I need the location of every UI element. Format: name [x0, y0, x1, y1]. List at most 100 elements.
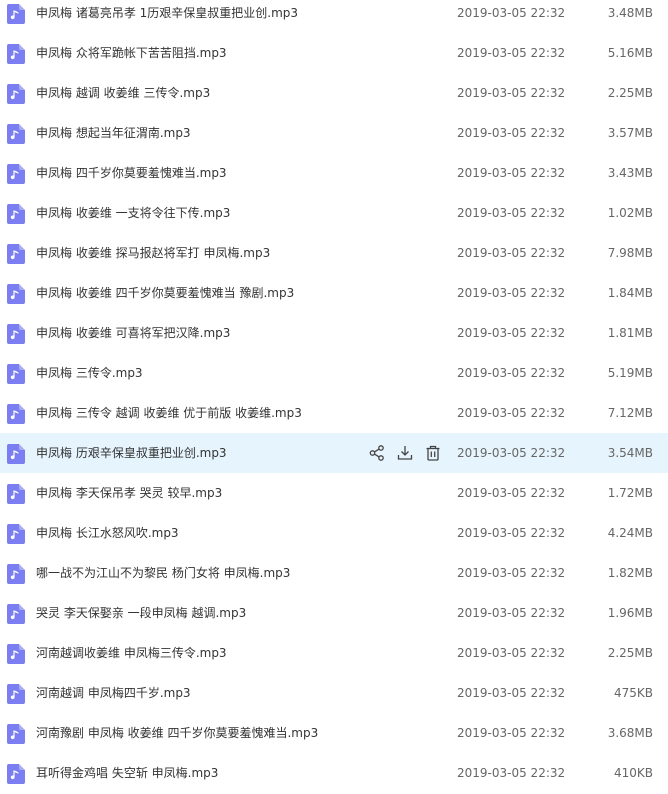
file-size: 3.57MB [607, 126, 653, 140]
music-note-icon [7, 164, 25, 184]
file-name[interactable]: 申凤梅 李天保吊孝 哭灵 较早.mp3 [36, 485, 222, 501]
file-size: 475KB [613, 686, 653, 700]
file-name[interactable]: 申凤梅 越调 收姜维 三传令.mp3 [36, 85, 210, 101]
music-note-icon [7, 84, 25, 104]
music-note-icon [7, 244, 25, 264]
file-row[interactable]: 申凤梅 收姜维 一支将令往下传.mp3 2019-03-05 22:32 1.0… [0, 193, 668, 233]
music-note-icon [7, 44, 25, 64]
file-size: 4.24MB [607, 526, 653, 540]
file-date: 2019-03-05 22:32 [457, 526, 566, 540]
file-name[interactable]: 河南越调收姜维 申凤梅三传令.mp3 [36, 645, 227, 661]
file-row[interactable]: 申凤梅 长江水怒风吹.mp3 2019-03-05 22:32 4.24MB [0, 513, 668, 553]
file-row[interactable]: 河南越调收姜维 申凤梅三传令.mp3 2019-03-05 22:32 2.25… [0, 633, 668, 673]
share-icon[interactable] [368, 444, 386, 462]
file-date: 2019-03-05 22:32 [457, 326, 566, 340]
file-name[interactable]: 申凤梅 四千岁你莫要羞愧难当.mp3 [36, 165, 227, 181]
file-name[interactable]: 耳听得金鸡唱 失空斩 申凤梅.mp3 [36, 765, 218, 781]
file-row[interactable]: 申凤梅 收姜维 四千岁你莫要羞愧难当 豫剧.mp3 2019-03-05 22:… [0, 273, 668, 313]
file-date: 2019-03-05 22:32 [457, 86, 566, 100]
file-row[interactable]: 哭灵 李天保娶亲 一段申凤梅 越调.mp3 2019-03-05 22:32 1… [0, 593, 668, 633]
file-size: 410KB [613, 766, 653, 780]
music-note-icon [7, 524, 25, 544]
delete-icon[interactable] [424, 444, 442, 462]
file-row[interactable]: 申凤梅 想起当年征渭南.mp3 2019-03-05 22:32 3.57MB [0, 113, 668, 153]
file-row[interactable]: 河南豫剧 申凤梅 收姜维 四千岁你莫要羞愧难当.mp3 2019-03-05 2… [0, 713, 668, 753]
file-date: 2019-03-05 22:32 [457, 766, 566, 780]
file-row[interactable]: 申凤梅 诸葛亮吊孝 1历艰辛保皇叔重把业创.mp3 2019-03-05 22:… [0, 0, 668, 33]
file-size: 5.16MB [607, 46, 653, 60]
file-row[interactable]: 申凤梅 四千岁你莫要羞愧难当.mp3 2019-03-05 22:32 3.43… [0, 153, 668, 193]
file-size: 2.25MB [607, 646, 653, 660]
file-row[interactable]: 申凤梅 三传令 越调 收姜维 优于前版 收姜维.mp3 2019-03-05 2… [0, 393, 668, 433]
file-date: 2019-03-05 22:32 [457, 406, 566, 420]
file-date: 2019-03-05 22:32 [457, 606, 566, 620]
file-row[interactable]: 耳听得金鸡唱 失空斩 申凤梅.mp3 2019-03-05 22:32 410K… [0, 753, 668, 793]
file-date: 2019-03-05 22:32 [457, 166, 566, 180]
file-date: 2019-03-05 22:32 [457, 686, 566, 700]
file-date: 2019-03-05 22:32 [457, 566, 566, 580]
file-date: 2019-03-05 22:32 [457, 486, 566, 500]
music-note-icon [7, 404, 25, 424]
download-icon[interactable] [396, 444, 414, 462]
file-name[interactable]: 哪一战不为江山不为黎民 杨门女将 申凤梅.mp3 [36, 565, 290, 581]
file-name[interactable]: 申凤梅 收姜维 探马报赵将军打 申凤梅.mp3 [36, 245, 270, 261]
file-row[interactable]: 申凤梅 三传令.mp3 2019-03-05 22:32 5.19MB [0, 353, 668, 393]
file-row[interactable]: 哪一战不为江山不为黎民 杨门女将 申凤梅.mp3 2019-03-05 22:3… [0, 553, 668, 593]
file-row[interactable]: 申凤梅 李天保吊孝 哭灵 较早.mp3 2019-03-05 22:32 1.7… [0, 473, 668, 513]
file-list: 申凤梅 诸葛亮吊孝 1历艰辛保皇叔重把业创.mp3 2019-03-05 22:… [0, 0, 668, 794]
file-name[interactable]: 哭灵 李天保娶亲 一段申凤梅 越调.mp3 [36, 605, 246, 621]
file-row[interactable]: 申凤梅 收姜维 探马报赵将军打 申凤梅.mp3 2019-03-05 22:32… [0, 233, 668, 273]
music-note-icon [7, 644, 25, 664]
file-size: 1.82MB [607, 566, 653, 580]
music-note-icon [7, 4, 25, 24]
music-note-icon [7, 484, 25, 504]
file-date: 2019-03-05 22:32 [457, 126, 566, 140]
file-name[interactable]: 申凤梅 诸葛亮吊孝 1历艰辛保皇叔重把业创.mp3 [36, 5, 298, 21]
music-note-icon [7, 444, 25, 464]
file-date: 2019-03-05 22:32 [457, 646, 566, 660]
file-row[interactable]: 申凤梅 收姜维 可喜将军把汉降.mp3 2019-03-05 22:32 1.8… [0, 313, 668, 353]
file-size: 1.96MB [607, 606, 653, 620]
file-date: 2019-03-05 22:32 [457, 286, 566, 300]
file-size: 1.72MB [607, 486, 653, 500]
music-note-icon [7, 564, 25, 584]
file-size: 3.48MB [607, 6, 653, 20]
file-size: 2.25MB [607, 86, 653, 100]
file-date: 2019-03-05 22:32 [457, 6, 566, 20]
file-size: 1.84MB [607, 286, 653, 300]
music-note-icon [7, 764, 25, 784]
file-date: 2019-03-05 22:32 [457, 246, 566, 260]
file-size: 3.43MB [607, 166, 653, 180]
file-size: 3.54MB [607, 446, 653, 460]
file-name[interactable]: 申凤梅 众将军跪帐下苦苦阻挡.mp3 [36, 45, 227, 61]
file-rows: 申凤梅 诸葛亮吊孝 1历艰辛保皇叔重把业创.mp3 2019-03-05 22:… [0, 0, 668, 793]
file-row[interactable]: 申凤梅 历艰辛保皇叔重把业创.mp3 2019-03-05 22:32 3.54… [0, 433, 668, 473]
file-date: 2019-03-05 22:32 [457, 206, 566, 220]
file-name[interactable]: 申凤梅 三传令.mp3 [36, 365, 143, 381]
music-note-icon [7, 684, 25, 704]
music-note-icon [7, 324, 25, 344]
file-name[interactable]: 申凤梅 历艰辛保皇叔重把业创.mp3 [36, 445, 227, 461]
music-note-icon [7, 724, 25, 744]
file-name[interactable]: 河南豫剧 申凤梅 收姜维 四千岁你莫要羞愧难当.mp3 [36, 725, 318, 741]
file-size: 7.12MB [607, 406, 653, 420]
file-name[interactable]: 申凤梅 收姜维 四千岁你莫要羞愧难当 豫剧.mp3 [36, 285, 294, 301]
file-date: 2019-03-05 22:32 [457, 46, 566, 60]
file-name[interactable]: 申凤梅 想起当年征渭南.mp3 [36, 125, 191, 141]
file-name[interactable]: 申凤梅 收姜维 可喜将军把汉降.mp3 [36, 325, 230, 341]
file-row[interactable]: 申凤梅 越调 收姜维 三传令.mp3 2019-03-05 22:32 2.25… [0, 73, 668, 113]
music-note-icon [7, 284, 25, 304]
file-name[interactable]: 申凤梅 长江水怒风吹.mp3 [36, 525, 179, 541]
file-date: 2019-03-05 22:32 [457, 446, 566, 460]
file-date: 2019-03-05 22:32 [457, 726, 566, 740]
music-note-icon [7, 204, 25, 224]
file-name[interactable]: 河南越调 申凤梅四千岁.mp3 [36, 685, 191, 701]
file-name[interactable]: 申凤梅 三传令 越调 收姜维 优于前版 收姜维.mp3 [36, 405, 302, 421]
music-note-icon [7, 364, 25, 384]
file-size: 1.02MB [607, 206, 653, 220]
file-size: 3.68MB [607, 726, 653, 740]
file-name[interactable]: 申凤梅 收姜维 一支将令往下传.mp3 [36, 205, 230, 221]
file-row[interactable]: 申凤梅 众将军跪帐下苦苦阻挡.mp3 2019-03-05 22:32 5.16… [0, 33, 668, 73]
file-row[interactable]: 河南越调 申凤梅四千岁.mp3 2019-03-05 22:32 475KB [0, 673, 668, 713]
file-size: 7.98MB [607, 246, 653, 260]
